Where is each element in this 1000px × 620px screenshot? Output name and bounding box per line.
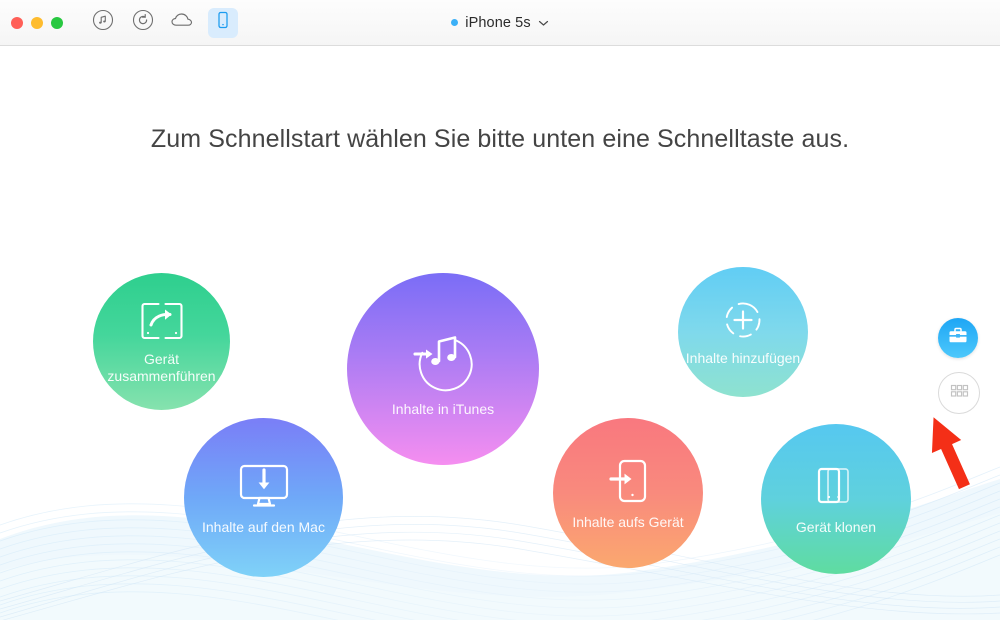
shortcut-label: Inhalte auf den Mac xyxy=(202,518,325,535)
shortcut-content-to-itunes[interactable]: Inhalte in iTunes xyxy=(347,273,539,465)
title-bar: iPhone 5s xyxy=(0,0,1000,46)
toolbox-icon xyxy=(947,326,969,351)
toolbar-device-button[interactable] xyxy=(208,7,238,38)
shortcut-label: Gerät zusammenführen xyxy=(107,351,216,384)
shortcut-label: Inhalte hinzufügen xyxy=(685,350,801,366)
apps-grid-button[interactable] xyxy=(938,372,980,414)
shortcut-content-to-device[interactable]: Inhalte aufs Gerät xyxy=(553,418,703,568)
monitor-download-icon xyxy=(233,460,295,512)
shortcut-content-to-mac[interactable]: Inhalte auf den Mac xyxy=(184,418,343,577)
plus-dashed-circle-icon xyxy=(720,297,766,343)
shortcut-label: Gerät klonen xyxy=(795,519,877,535)
shortcut-label: Inhalte aufs Gerät xyxy=(572,514,684,530)
red-annotation-arrow xyxy=(931,417,970,490)
shortcut-clone-device[interactable]: Gerät klonen xyxy=(761,424,911,574)
close-window-button[interactable] xyxy=(11,16,23,29)
music-note-arrow-icon xyxy=(403,320,483,394)
maximize-window-button[interactable] xyxy=(51,16,63,29)
toolbar-refresh-button[interactable] xyxy=(128,8,158,38)
traffic-light-controls xyxy=(11,16,63,29)
toolbox-button[interactable] xyxy=(938,318,978,358)
grid-apps-icon xyxy=(950,384,969,403)
music-icon xyxy=(92,9,114,36)
main-content-area: Zum Schnellstart wählen Sie bitte unten … xyxy=(0,46,1000,620)
two-devices-arrow-icon xyxy=(135,298,189,344)
shortcut-add-content[interactable]: Inhalte hinzufügen xyxy=(678,267,808,397)
cloud-icon xyxy=(170,10,196,35)
minimize-window-button[interactable] xyxy=(31,16,43,29)
chevron-down-icon[interactable] xyxy=(538,19,549,27)
toolbar-music-button[interactable] xyxy=(88,8,118,38)
shortcut-merge-device[interactable]: Gerät zusammenführen xyxy=(93,273,230,410)
two-phones-icon xyxy=(811,462,861,512)
device-icon xyxy=(212,9,234,36)
refresh-icon xyxy=(132,9,154,36)
connection-status-dot xyxy=(451,19,459,26)
toolbar-icloud-button[interactable] xyxy=(168,8,198,38)
page-headline: Zum Schnellstart wählen Sie bitte unten … xyxy=(150,125,850,153)
app-window: iPhone 5s Zum Schnellstart wählen Sie bi… xyxy=(0,0,1000,620)
device-name-label: iPhone 5s xyxy=(465,14,531,31)
shortcut-label: Inhalte in iTunes xyxy=(391,401,495,417)
toolbar-icon-group xyxy=(88,7,238,38)
phone-arrow-in-icon xyxy=(605,455,651,507)
